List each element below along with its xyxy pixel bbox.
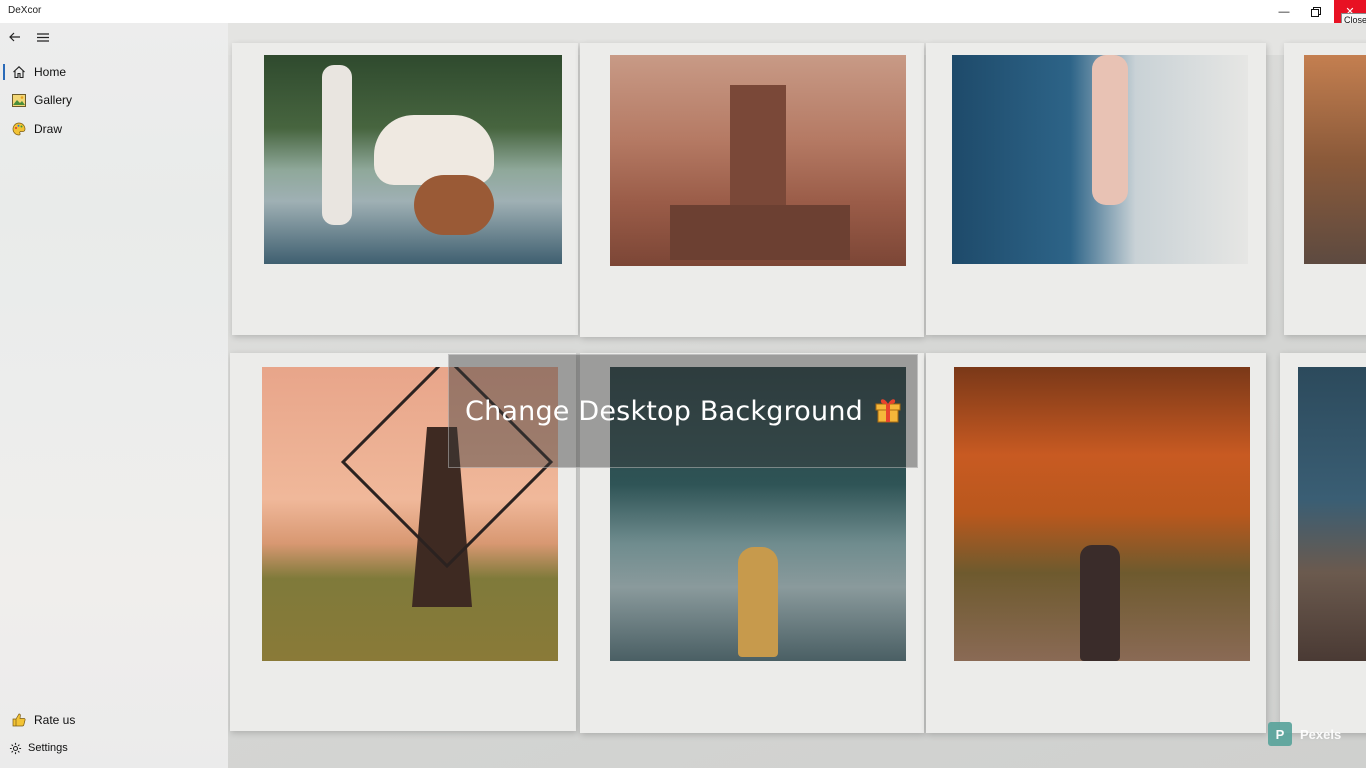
back-button[interactable] xyxy=(4,27,26,47)
polaroid-photo xyxy=(232,43,578,335)
polaroid-photo xyxy=(926,353,1266,733)
app-title: DeXcor xyxy=(8,5,42,16)
nav-item-label: Draw xyxy=(34,122,63,136)
back-arrow-icon xyxy=(9,32,20,42)
gallery-icon xyxy=(12,93,26,107)
nav-item-draw[interactable]: Draw xyxy=(0,116,228,142)
nav-item-label: Settings xyxy=(28,742,68,754)
restore-icon xyxy=(1311,6,1321,17)
polaroid-photo xyxy=(926,43,1266,335)
hamburger-icon xyxy=(37,32,49,42)
home-icon xyxy=(12,65,26,79)
nav-item-gallery[interactable]: Gallery xyxy=(0,87,228,113)
polaroid-photo xyxy=(1284,43,1366,335)
pexels-label: Pexels xyxy=(1300,726,1342,742)
hamburger-menu-button[interactable] xyxy=(32,27,54,47)
pexels-credit[interactable]: P Pexels xyxy=(1268,722,1341,746)
gear-icon xyxy=(8,741,22,755)
change-desktop-background-card[interactable]: Change Desktop Background xyxy=(448,354,918,468)
navigation-pane: Home Gallery Draw Rate us Settings xyxy=(0,23,228,768)
minimize-icon: — xyxy=(1278,5,1290,18)
palette-icon xyxy=(12,122,26,136)
title-bar: DeXcor — ✕ Close xyxy=(0,0,1366,26)
nav-item-label: Home xyxy=(34,65,67,79)
thumbs-up-icon xyxy=(12,713,26,727)
gift-icon xyxy=(875,395,901,428)
polaroid-photo xyxy=(580,43,924,337)
card-title: Change Desktop Background xyxy=(465,395,863,427)
nav-item-settings[interactable]: Settings xyxy=(0,735,228,761)
nav-item-home[interactable]: Home xyxy=(0,59,228,85)
pexels-logo-icon: P xyxy=(1268,722,1292,746)
home-background-image: Change Desktop Background P Pexels xyxy=(228,23,1366,768)
minimize-button[interactable]: — xyxy=(1268,0,1300,23)
nav-item-rate-us[interactable]: Rate us xyxy=(0,707,228,733)
nav-item-label: Rate us xyxy=(34,713,76,727)
maximize-button[interactable] xyxy=(1300,0,1332,23)
nav-item-label: Gallery xyxy=(34,93,73,107)
polaroid-photo xyxy=(1280,353,1366,733)
